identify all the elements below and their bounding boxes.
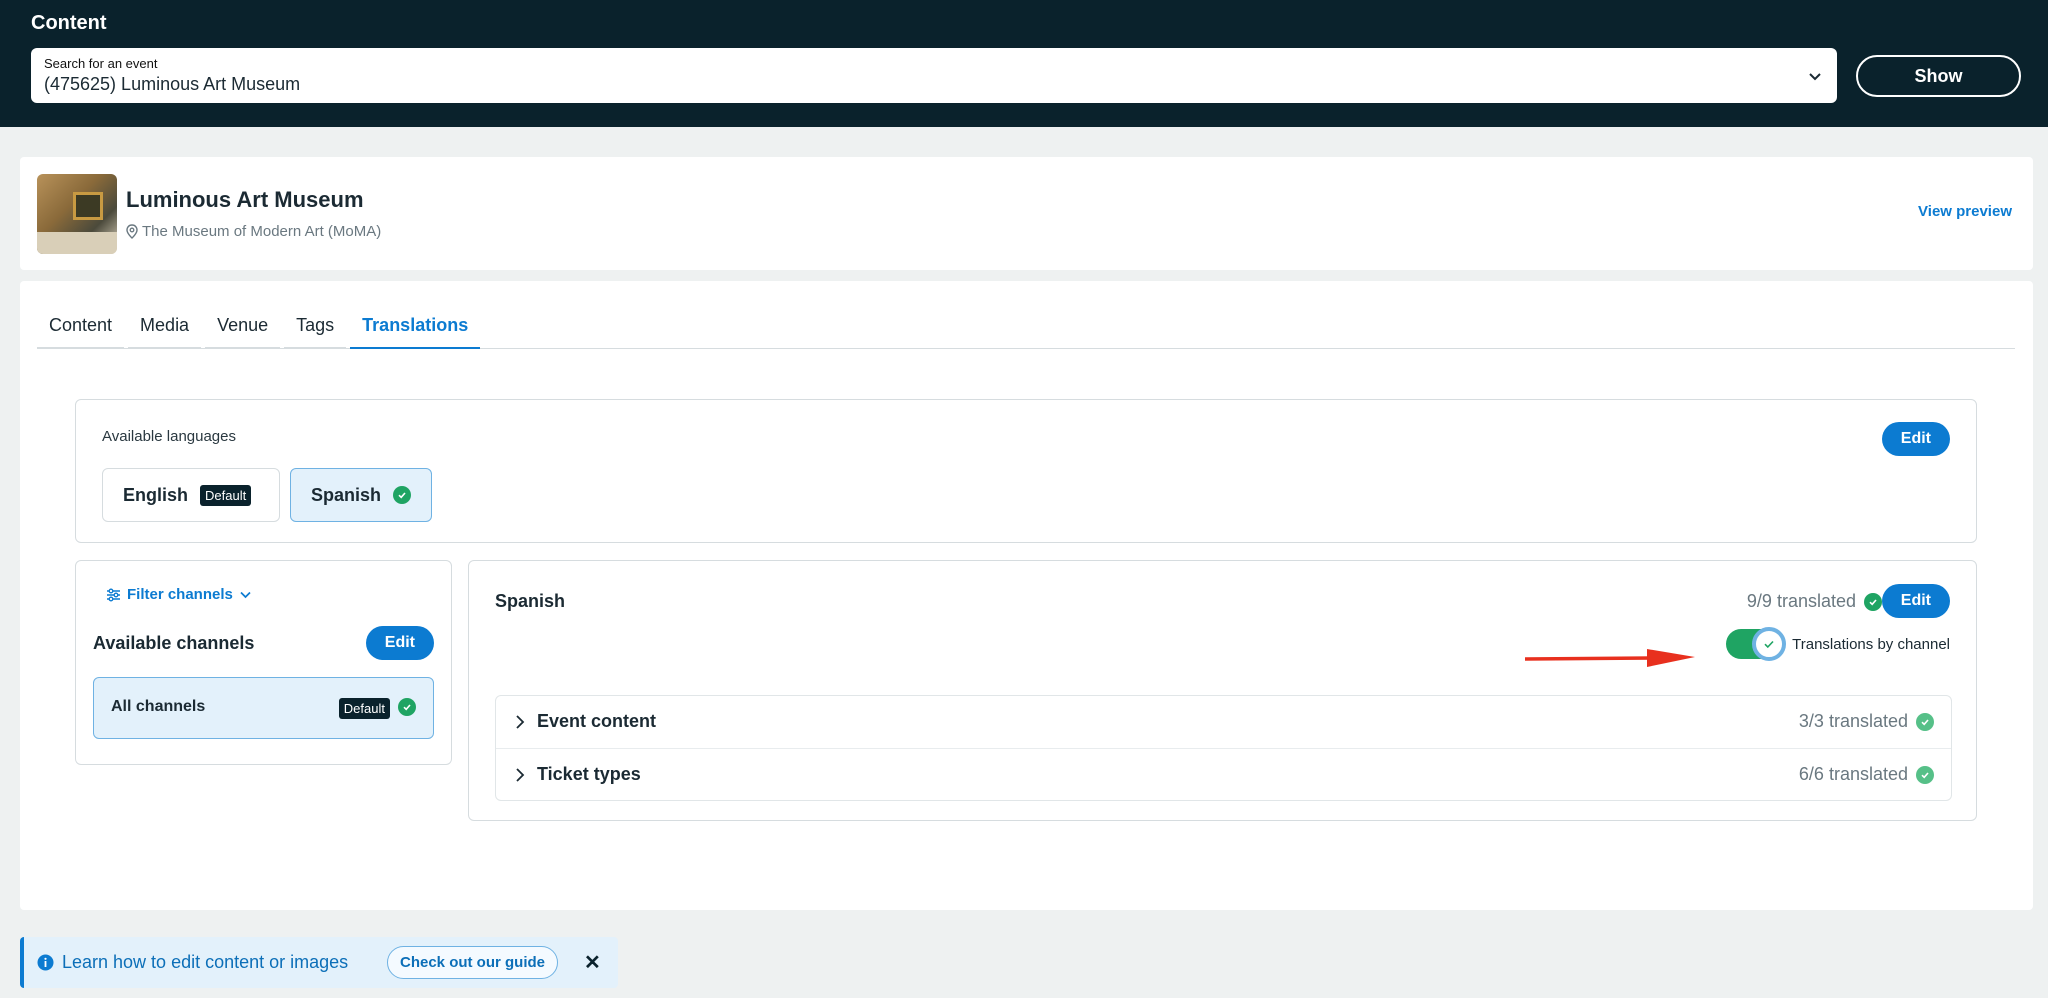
spanish-translations-section: Spanish 9/9 translated Edit Translations… bbox=[468, 560, 1977, 821]
edit-languages-button[interactable]: Edit bbox=[1881, 422, 1950, 456]
default-badge: Default bbox=[200, 484, 252, 506]
channels-section: Filter channels Available channels Edit … bbox=[75, 560, 452, 765]
tab-bar: Content Media Venue Tags Translations bbox=[37, 309, 2015, 349]
top-bar: Content Search for an event (475625) Lum… bbox=[0, 0, 2048, 127]
venue-label: The Museum of Modern Art (MoMA) bbox=[142, 223, 382, 240]
section-label: Event content bbox=[537, 711, 657, 731]
edit-translations-button[interactable]: Edit bbox=[1881, 584, 1950, 618]
tab-venue[interactable]: Venue bbox=[205, 309, 281, 349]
view-preview-link[interactable]: View preview bbox=[1918, 203, 2012, 220]
language-label: Spanish bbox=[311, 484, 382, 505]
annotation-arrow-icon bbox=[1525, 649, 1695, 667]
check-icon bbox=[398, 698, 416, 716]
filter-channels-button[interactable]: Filter channels bbox=[106, 586, 252, 603]
location-pin-icon bbox=[126, 224, 138, 239]
banner-text: Learn how to edit content or images bbox=[62, 952, 349, 972]
search-value[interactable]: (475625) Luminous Art Museum bbox=[44, 74, 300, 95]
section-row-event-content[interactable]: Event content 3/3 translated bbox=[496, 696, 1951, 748]
check-icon bbox=[1864, 592, 1882, 611]
translations-by-channel-toggle-row: Translations by channel bbox=[1726, 627, 1950, 661]
help-banner: Learn how to edit content or images Chec… bbox=[20, 937, 618, 988]
translated-count: 9/9 translated bbox=[1746, 591, 1856, 611]
chevron-right-icon[interactable] bbox=[514, 767, 526, 783]
language-pill-english[interactable]: English Default bbox=[102, 468, 280, 522]
event-search-select[interactable]: Search for an event (475625) Luminous Ar… bbox=[31, 48, 1837, 103]
toggle-knob bbox=[1752, 627, 1787, 661]
translation-status: 9/9 translated bbox=[1747, 591, 1882, 612]
available-channels-heading: Available channels bbox=[93, 633, 255, 653]
available-languages-section: Available languages Edit English Default… bbox=[75, 399, 1977, 543]
chevron-right-icon[interactable] bbox=[514, 714, 526, 730]
section-status: 6/6 translated bbox=[1799, 764, 1934, 785]
chevron-down-icon[interactable] bbox=[1807, 68, 1823, 84]
available-languages-heading: Available languages bbox=[102, 428, 236, 445]
tab-tags[interactable]: Tags bbox=[284, 309, 347, 349]
translated-count: 3/3 translated bbox=[1798, 711, 1908, 731]
chevron-down-icon bbox=[240, 591, 251, 599]
language-label: English bbox=[123, 484, 189, 505]
translations-panel: Content Media Venue Tags Translations Av… bbox=[20, 281, 2033, 910]
channel-item-all-channels[interactable]: All channels Default bbox=[93, 677, 434, 739]
event-thumbnail bbox=[37, 174, 117, 254]
channel-label: All channels bbox=[111, 698, 206, 715]
language-pill-spanish[interactable]: Spanish bbox=[290, 468, 432, 522]
search-label: Search for an event bbox=[44, 56, 158, 71]
section-label: Ticket types bbox=[537, 764, 641, 784]
translated-count: 6/6 translated bbox=[1798, 764, 1908, 784]
toggle-label: Translations by channel bbox=[1792, 635, 1950, 653]
event-venue: The Museum of Modern Art (MoMA) bbox=[126, 223, 381, 240]
event-name: Luminous Art Museum bbox=[126, 187, 364, 212]
filter-channels-label: Filter channels bbox=[127, 586, 233, 603]
event-card: Luminous Art Museum The Museum of Modern… bbox=[20, 157, 2033, 270]
tab-media[interactable]: Media bbox=[128, 309, 202, 349]
show-button[interactable]: Show bbox=[1856, 55, 2021, 97]
edit-channels-button[interactable]: Edit bbox=[365, 626, 434, 660]
section-status: 3/3 translated bbox=[1799, 711, 1934, 732]
info-icon bbox=[37, 954, 54, 971]
section-row-ticket-types[interactable]: Ticket types 6/6 translated bbox=[496, 748, 1951, 800]
tab-content[interactable]: Content bbox=[37, 309, 125, 349]
check-out-guide-button[interactable]: Check out our guide bbox=[387, 946, 559, 979]
tab-translations[interactable]: Translations bbox=[350, 309, 481, 349]
language-title: Spanish bbox=[495, 591, 566, 611]
default-badge: Default bbox=[338, 698, 390, 719]
filter-sliders-icon bbox=[107, 588, 120, 601]
check-icon bbox=[1916, 712, 1934, 731]
translation-sections-list: Event content 3/3 translated Ticket type… bbox=[495, 695, 1952, 801]
translations-by-channel-toggle[interactable] bbox=[1726, 627, 1787, 661]
check-icon bbox=[1764, 640, 1774, 649]
check-icon bbox=[393, 486, 411, 504]
page-title: Content bbox=[31, 12, 107, 34]
check-icon bbox=[1916, 765, 1934, 784]
close-icon[interactable]: ✕ bbox=[584, 950, 601, 975]
